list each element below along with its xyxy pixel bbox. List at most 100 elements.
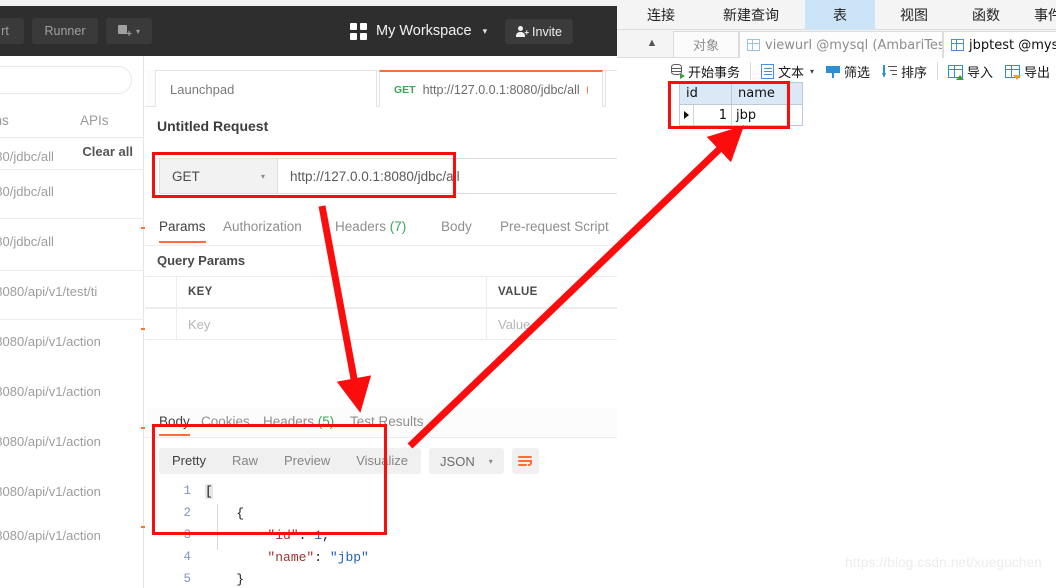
row-checkbox-cell[interactable] <box>145 309 177 339</box>
history-item[interactable]: 104:8080/api/v1/action <box>0 334 150 354</box>
history-item[interactable]: 1:8080/jdbc/all <box>0 184 150 204</box>
url-bar-highlight <box>152 152 456 198</box>
new-tab-icon: + <box>117 24 132 39</box>
request-tab-strip: Launchpad GET http://127.0.0.1:8080/jdbc… <box>145 70 618 107</box>
chevron-down-icon: ▾ <box>809 66 814 76</box>
workspace-selector[interactable]: My Workspace ▾ <box>350 20 487 42</box>
filter-label: 筛选 <box>843 65 870 81</box>
history-item[interactable]: 1:8080/jdbc/all <box>0 234 150 254</box>
page-title: Untitled Request <box>157 118 269 134</box>
tab-request-active[interactable]: GET http://127.0.0.1:8080/jdbc/all <box>379 70 603 107</box>
db-tab-viewurl[interactable]: viewurl @mysql (AmbariTes… <box>739 31 943 58</box>
chevron-down-icon: ▾ <box>482 25 488 36</box>
watermark: https://blog.csdn.net/xueguchen <box>845 555 1042 570</box>
runtime-button[interactable]: rt <box>0 18 24 44</box>
param-value-input[interactable]: Value <box>487 309 618 339</box>
sort-button[interactable]: 排序 <box>876 62 933 81</box>
code-line: 4 "name": "jbp" <box>159 546 539 568</box>
screenshot-root: rt Runner + ▾ My Workspace ▾ + Invite s … <box>0 0 1056 588</box>
header-cell-key: KEY <box>177 277 487 307</box>
tab-body[interactable]: Body <box>441 219 472 234</box>
table-icon <box>747 39 760 51</box>
table-header-row: KEY VALUE <box>145 276 618 308</box>
workspace-label: My Workspace <box>376 23 472 39</box>
wrap-lines-button[interactable] <box>511 448 539 474</box>
toolbar-divider <box>937 62 938 80</box>
history-item[interactable]: 104:8080/api/v1/action <box>0 484 150 504</box>
export-label: 导出 <box>1024 65 1051 81</box>
new-tab-button[interactable]: + ▾ <box>106 18 152 44</box>
response-body-highlight <box>152 424 387 535</box>
search-input[interactable] <box>0 66 132 94</box>
import-icon <box>947 64 964 80</box>
ribbon-tab-function[interactable]: 函数 <box>953 0 1019 30</box>
export-button[interactable]: 导出 <box>999 62 1056 81</box>
sidebar-tabs: ions APIs <box>0 104 144 138</box>
text-view-label: 文本 <box>777 65 804 81</box>
runner-button[interactable]: Runner <box>32 18 98 44</box>
import-label: 导入 <box>966 65 993 81</box>
postman-sidebar: ions APIs Clear all 1:8080/jdbc/all 1:80… <box>0 56 146 588</box>
text-document-icon <box>760 63 774 79</box>
request-section-tabs: Params Authorization Headers (7) Body Pr… <box>145 214 618 246</box>
tab-pre-request-script[interactable]: Pre-request Script <box>500 219 609 234</box>
wrap-lines-icon <box>518 455 533 467</box>
import-button[interactable]: 导入 <box>942 62 999 81</box>
db-tab-jbptest[interactable]: jbptest @mysq <box>943 31 1056 58</box>
chevron-up-icon[interactable]: ▲ <box>643 34 661 52</box>
param-key-input[interactable]: Key <box>177 309 487 339</box>
runner-button-label: Runner <box>44 24 86 38</box>
sort-icon <box>881 64 897 78</box>
tab-params[interactable]: Params <box>159 219 206 243</box>
history-item[interactable]: 1:8080/jdbc/all <box>0 149 150 169</box>
code-line: 5 } <box>159 568 539 588</box>
add-person-icon: + <box>516 25 529 38</box>
sidebar-tab-collections[interactable]: ions <box>0 113 9 128</box>
history-item[interactable]: 104:8080/api/v1/test/ti <box>0 284 150 304</box>
db-grid-highlight <box>668 81 790 129</box>
tab-authorization[interactable]: Authorization <box>223 219 302 234</box>
sort-label: 排序 <box>900 65 927 81</box>
table-icon <box>951 39 964 51</box>
postman-topbar: rt Runner + ▾ My Workspace ▾ + Invite <box>0 6 618 56</box>
tab-url-label: http://127.0.0.1:8080/jdbc/all <box>422 82 580 97</box>
invite-button-label: Invite <box>532 24 562 39</box>
db-tab-jbptest-label: jbptest @mysq <box>969 37 1056 53</box>
export-icon <box>1005 64 1021 80</box>
line-number: 4 <box>183 550 191 564</box>
ribbon-tab-event[interactable]: 事件 <box>1023 0 1056 30</box>
db-ribbon: 连接 新建查询 表 视图 函数 事件 <box>617 0 1056 30</box>
history-item[interactable]: 104:8080/api/v1/action <box>0 384 150 404</box>
ribbon-tab-new-query[interactable]: 新建查询 <box>703 0 799 30</box>
row-checkbox-cell <box>145 277 177 307</box>
unsaved-dot-icon <box>586 85 588 94</box>
ribbon-tab-view[interactable]: 视图 <box>879 0 949 30</box>
query-params-label: Query Params <box>157 253 246 268</box>
ribbon-tab-table[interactable]: 表 <box>805 0 875 30</box>
table-row: Key Value <box>145 308 618 340</box>
runtime-button-label: rt <box>1 24 9 38</box>
history-item[interactable]: 104:8080/api/v1/action <box>0 434 150 454</box>
begin-transaction-button[interactable]: 开始事务 <box>664 62 746 81</box>
grid-icon <box>350 22 367 40</box>
header-cell-value: VALUE <box>498 286 538 298</box>
object-panel-label[interactable]: 对象 <box>673 31 739 57</box>
toolbar-divider <box>749 62 751 80</box>
response-format-select[interactable]: JSON ▾ <box>429 448 504 474</box>
tab-headers-count: (7) <box>389 219 407 234</box>
chevron-down-icon: ▾ <box>135 26 140 36</box>
filter-button[interactable]: 筛选 <box>820 62 876 81</box>
chevron-down-icon: ▾ <box>488 456 493 466</box>
line-number: 5 <box>183 572 191 586</box>
invite-button[interactable]: + Invite <box>505 19 573 44</box>
response-format-label: JSON <box>440 453 475 469</box>
sidebar-tab-apis[interactable]: APIs <box>80 113 109 128</box>
query-params-table: KEY VALUE Key Value <box>145 276 618 340</box>
filter-icon <box>825 65 840 78</box>
ribbon-tab-connection[interactable]: 连接 <box>625 0 697 30</box>
database-transaction-icon <box>670 64 685 79</box>
tab-launchpad[interactable]: Launchpad <box>155 70 377 107</box>
tab-headers[interactable]: Headers (7) <box>335 219 406 234</box>
history-item[interactable]: 104:8080/api/v1/action <box>0 528 150 548</box>
text-view-button[interactable]: 文本 ▾ <box>755 62 820 81</box>
